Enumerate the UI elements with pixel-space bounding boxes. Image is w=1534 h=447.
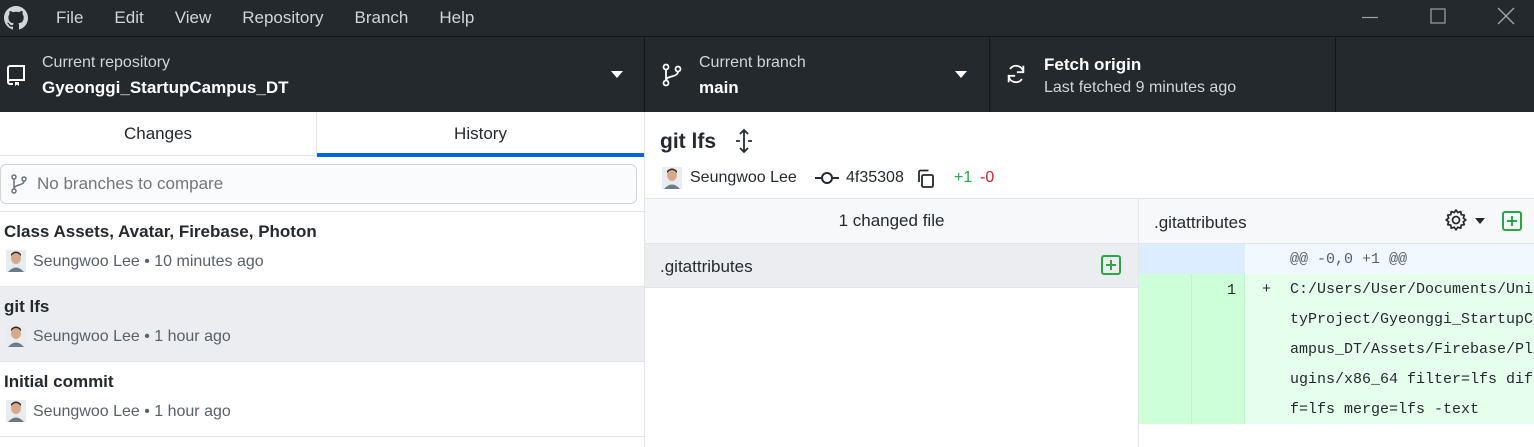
repository-name: Gyeonggi_StartupCampus_DT [42,78,289,97]
diff-code-line: ugins/x86_64 filter=lfs dif [1290,371,1534,388]
file-name: .gitattributes [660,257,753,276]
hunk-gutter [1139,244,1245,274]
diff-code-line: ampus_DT/Assets/Firebase/Pl [1290,341,1534,358]
changed-files-header: 1 changed file [645,199,1138,244]
branch-compare [0,156,644,212]
sidebar-tabs: Changes History [0,112,644,157]
menu-view[interactable]: View [175,8,212,28]
chevron-down-icon[interactable] [1475,218,1485,224]
tab-history[interactable]: History [317,112,644,157]
commit-title: git lfs [4,297,50,316]
menu-help[interactable]: Help [439,8,474,28]
diff-header: .gitattributes [1139,199,1534,244]
sync-icon [1007,64,1025,84]
sidebar: Changes History Class Assets, Avatar, Fi… [0,112,645,447]
commit-author: Seungwoo Lee [690,169,797,186]
commit-meta: Seungwoo Lee • 1 hour ago [33,328,231,345]
close-icon[interactable] [1472,0,1534,36]
menu-file[interactable]: File [56,8,83,28]
avatar [6,400,26,422]
commit-title: Class Assets, Avatar, Firebase, Photon [4,222,317,241]
avatar [6,250,26,272]
diff-hunk-header: @@ -0,0 +1 @@ [1139,244,1534,274]
branch-name: main [699,78,739,97]
new-line-gutter: 1 [1192,274,1245,424]
commit-meta: Seungwoo Lee • 1 hour ago [33,403,231,420]
commit-summary: git lfs Seungwoo Lee 4f35308 +1 -0 [645,112,1534,199]
menu-branch[interactable]: Branch [355,8,409,28]
branch-label: Current branch [699,54,806,71]
changed-files-pane: 1 changed file .gitattributes [645,199,1139,447]
branch-compare-box[interactable] [0,164,637,204]
menu-bar: File Edit View Repository Branch Help [40,0,505,36]
gear-icon[interactable] [1444,208,1468,232]
avatar [662,167,682,189]
chevron-down-icon [611,71,623,78]
fetch-origin-button[interactable]: Fetch origin Last fetched 9 minutes ago [990,37,1336,113]
branch-compare-input[interactable] [37,174,597,194]
commit-item[interactable]: Class Assets, Avatar, Firebase, Photon S… [0,212,644,287]
deletions-count: -0 [980,169,995,186]
commit-meta: Seungwoo Lee • 10 minutes ago [33,253,264,270]
diff-code-line: tyProject/Gyeonggi_StartupC [1290,311,1534,328]
commit-item[interactable]: git lfs Seungwoo Lee • 1 hour ago [0,287,644,362]
diff-code-line: C:/Users/User/Documents/Uni [1290,281,1534,298]
maximize-icon[interactable] [1404,0,1472,36]
diff-code: + C:/Users/User/Documents/Uni tyProject/… [1245,274,1534,424]
diff-marker: + [1262,281,1272,298]
fetch-status: Last fetched 9 minutes ago [1044,79,1237,96]
menu-repository[interactable]: Repository [242,8,323,28]
file-list-item[interactable]: .gitattributes [645,244,1138,288]
git-commit-icon [815,172,839,184]
line-number: 1 [1226,282,1236,299]
diff-added-line: 1 + C:/Users/User/Documents/Uni tyProjec… [1139,274,1534,424]
tab-changes[interactable]: Changes [0,112,317,156]
title-bar: File Edit View Repository Branch Help [0,0,1534,36]
commit-sha: 4f35308 [846,169,904,186]
toolbar: Current repository Gyeonggi_StartupCampu… [0,36,1534,113]
chevron-down-icon [955,71,967,78]
old-line-gutter [1139,274,1192,424]
commit-item[interactable]: Initial commit Seungwoo Lee • 1 hour ago [0,362,644,437]
diff-pane: .gitattributes @@ -0,0 +1 @@ 1 + C:/User… [1139,199,1534,447]
commit-list: Class Assets, Avatar, Firebase, Photon S… [0,212,644,437]
repository-label: Current repository [42,54,171,71]
minimize-icon[interactable] [1336,0,1404,36]
branch-icon [662,63,682,87]
diff-code-line: f=lfs merge=lfs -text [1290,401,1480,418]
branch-icon [11,174,27,194]
repository-selector[interactable]: Current repository Gyeonggi_StartupCampu… [0,37,645,113]
repository-icon [7,65,25,86]
commit-title: Initial commit [4,372,114,391]
menu-edit[interactable]: Edit [114,8,143,28]
copy-icon[interactable] [916,169,936,189]
fetch-title: Fetch origin [1044,55,1142,74]
avatar [6,325,26,347]
diff-filename: .gitattributes [1154,213,1247,232]
commit-title-heading: git lfs [660,130,716,153]
expand-icon[interactable] [733,128,755,154]
hunk-text: @@ -0,0 +1 @@ [1245,244,1534,274]
branch-selector[interactable]: Current branch main [645,37,990,113]
additions-count: +1 [954,169,973,186]
file-added-icon [1101,255,1121,275]
github-logo-icon[interactable] [4,6,28,30]
file-added-icon [1502,211,1522,231]
